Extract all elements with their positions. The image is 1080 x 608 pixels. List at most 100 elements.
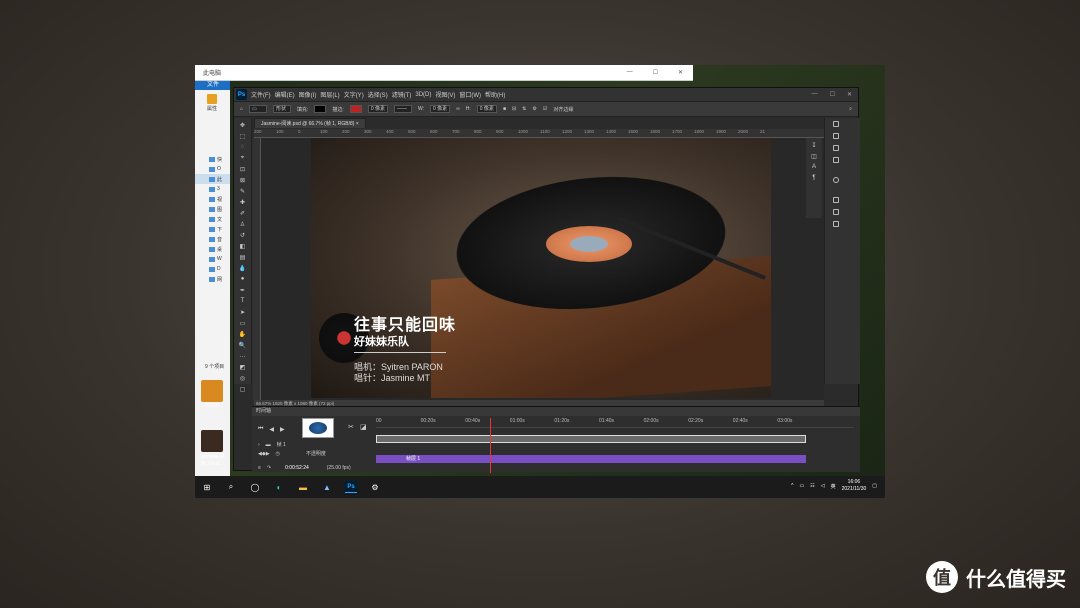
ime-icon[interactable]: 英 (831, 483, 836, 490)
network-icon[interactable]: ☷ (810, 483, 814, 489)
arrange-icon[interactable]: ⇅ (522, 106, 526, 112)
gradients-panel-button[interactable] (825, 142, 860, 154)
menu-type[interactable]: 文字(Y) (344, 90, 364, 99)
menu-filter[interactable]: 滤镜(T) (392, 90, 412, 99)
color-panel-button[interactable] (825, 118, 860, 130)
stroke-swatch[interactable] (349, 105, 362, 113)
brush-tool-icon[interactable]: ✐ (238, 209, 248, 217)
keyframe-nav-icon[interactable]: ◀◆▶ (258, 451, 270, 457)
quick-select-icon[interactable]: ⌖ (238, 154, 248, 162)
blur-icon[interactable]: 💧 (238, 264, 248, 272)
menu-file[interactable]: 文件(F) (251, 90, 271, 99)
stopwatch-icon[interactable]: ◷ (276, 451, 280, 457)
layers-panel-button[interactable] (825, 194, 860, 206)
frame-thumbnail[interactable] (302, 418, 334, 438)
nav-item[interactable]: 3 (195, 184, 230, 194)
menu-3d[interactable]: 3D(D) (415, 92, 431, 98)
cloud-app-icon[interactable]: ▲ (321, 481, 333, 493)
nav-item[interactable]: 此 (195, 174, 230, 184)
scissors-icon[interactable]: ✂ (348, 423, 354, 431)
zoom-tool-icon[interactable]: 🔍 (238, 341, 248, 349)
type-tool-icon[interactable]: T (238, 297, 248, 305)
notification-icon[interactable]: ▢ (872, 483, 877, 489)
marquee-tool-icon[interactable]: ⬚ (238, 132, 248, 140)
hand-tool-icon[interactable]: ✋ (238, 330, 248, 338)
layer-track[interactable] (376, 435, 806, 443)
timeline-tab[interactable]: 时间轴 (252, 407, 860, 416)
history-brush-icon[interactable]: ↺ (238, 231, 248, 239)
chevron-up-icon[interactable]: ^ (791, 483, 793, 489)
link-icon[interactable]: ∞ (456, 106, 460, 112)
nav-item[interactable]: 图 (195, 204, 230, 214)
first-frame-icon[interactable]: ⏮ (258, 426, 263, 433)
paths-panel-button[interactable] (825, 218, 860, 230)
width-input[interactable]: 0 像素 (430, 105, 451, 113)
align-icon[interactable]: ⊟ (512, 106, 516, 112)
maximize-icon[interactable]: ☐ (830, 91, 835, 98)
expand-icon[interactable]: › (258, 442, 260, 448)
close-icon[interactable]: ✕ (847, 91, 852, 98)
photoshop-taskbar-icon[interactable]: Ps (345, 481, 357, 493)
tool-preset-dropdown[interactable]: ▭ (249, 105, 268, 113)
home-icon[interactable]: ⌂ (240, 106, 243, 112)
document-tab[interactable]: Jasmine-阅读.psd @ 66.7% (帧 1, RGB/8) × (254, 118, 366, 128)
pen-tool-icon[interactable]: ✒ (238, 286, 248, 294)
history-icon[interactable]: ↧ (809, 141, 819, 149)
play-icon[interactable]: ▶ (280, 426, 285, 433)
menu-image[interactable]: 图像(I) (299, 90, 317, 99)
layer-row[interactable]: › ▬ 帧 1 (254, 440, 286, 449)
timeline-ruler[interactable]: 00 00:20s 00:40s 01:00s 01:20s 01:40s 02:00s 02… (376, 418, 854, 428)
file-explorer-icon[interactable]: ▬ (297, 481, 309, 493)
gradient-icon[interactable]: ▤ (238, 253, 248, 261)
color-swatches-icon[interactable]: ◩ (238, 363, 248, 371)
adjustments-panel-button[interactable] (825, 174, 860, 186)
nav-item[interactable]: 网 (195, 274, 230, 284)
opacity-row[interactable]: ◀◆▶ ◷ 不透明度 (254, 449, 326, 458)
stamp-tool-icon[interactable]: ♙ (238, 220, 248, 228)
transition-icon[interactable]: ◪ (360, 423, 367, 431)
search-icon[interactable]: ⌕ (849, 106, 858, 112)
properties-button[interactable]: 属性 (195, 90, 230, 118)
close-tab-icon[interactable]: × (356, 121, 359, 127)
maximize-icon[interactable]: ☐ (653, 69, 658, 76)
settings-icon[interactable]: ⚙ (369, 481, 381, 493)
nav-item[interactable]: 桌 (195, 244, 230, 254)
nav-item[interactable]: W (195, 254, 230, 264)
desktop-icon-jasmine[interactable]: Jasmine-阅读_Final... (197, 430, 227, 467)
menu-window[interactable]: 窗口(W) (459, 90, 481, 99)
healing-brush-icon[interactable]: ✚ (238, 198, 248, 206)
stroke-size-input[interactable]: 0 像素 (367, 105, 388, 113)
move-tool-icon[interactable]: ✥ (238, 121, 248, 129)
menu-help[interactable]: 帮助(H) (485, 90, 505, 99)
nav-item[interactable]: 下 (195, 224, 230, 234)
eraser-icon[interactable]: ◧ (238, 242, 248, 250)
gear-icon[interactable]: ⚙ (532, 106, 536, 112)
clock[interactable]: 16:06 2021/11/30 (842, 479, 867, 493)
menu-layer[interactable]: 图层(L) (320, 90, 339, 99)
character-icon[interactable]: A (809, 163, 819, 171)
close-icon[interactable]: ✕ (678, 69, 683, 76)
menu-select[interactable]: 选择(S) (368, 90, 388, 99)
minimize-icon[interactable]: — (627, 69, 633, 76)
nav-item[interactable]: 音 (195, 234, 230, 244)
quick-mask-icon[interactable]: ◎ (238, 374, 248, 382)
prev-frame-icon[interactable]: ◀ (269, 426, 274, 433)
dodge-icon[interactable]: ● (238, 275, 248, 283)
volume-icon[interactable]: ◁ (821, 483, 825, 489)
menu-view[interactable]: 视图(V) (435, 90, 455, 99)
nav-item[interactable]: 视 (195, 194, 230, 204)
convert-icon[interactable]: ↷ (267, 465, 271, 471)
file-tab[interactable]: 文件 (195, 81, 230, 90)
crop-tool-icon[interactable]: ⊡ (238, 165, 248, 173)
path-ops-icon[interactable]: ■ (503, 106, 506, 112)
height-input[interactable]: 0 像素 (476, 105, 497, 113)
more-tools-icon[interactable]: … (238, 352, 248, 360)
start-button-icon[interactable]: ⊞ (201, 481, 213, 493)
frame-tool-icon[interactable]: ⊠ (238, 176, 248, 184)
task-view-icon[interactable]: ◯ (249, 481, 261, 493)
nav-item[interactable]: 文 (195, 214, 230, 224)
nav-item[interactable]: O (195, 164, 230, 174)
lasso-tool-icon[interactable]: ◌ (238, 143, 248, 151)
search-icon[interactable]: ⌕ (225, 481, 237, 493)
patterns-panel-button[interactable] (825, 154, 860, 166)
